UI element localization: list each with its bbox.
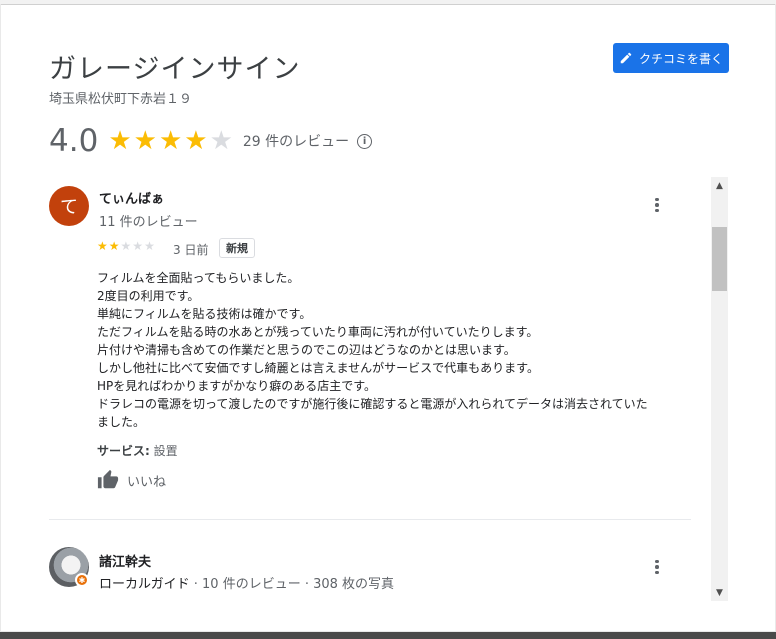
- like-label: いいね: [127, 474, 167, 490]
- star-empty-icon: ★: [144, 239, 155, 253]
- pencil-icon: [620, 52, 632, 64]
- review-stars: ★ ★ ★ ★ ★: [97, 240, 155, 252]
- rating-value: 4.0: [49, 123, 99, 159]
- review-text-line: フィルムを全面貼ってもらいました。: [97, 271, 300, 285]
- more-options-icon[interactable]: [647, 557, 667, 577]
- star-icon: ★: [108, 239, 120, 253]
- place-title: ガレージインサイン: [49, 54, 301, 85]
- service-label: サービス:: [97, 444, 150, 458]
- star-empty-icon: ★: [120, 239, 132, 253]
- review-text-line: 単純にフィルムを貼る技術は確かです。: [97, 307, 312, 321]
- new-badge: 新規: [219, 238, 255, 258]
- review-text-line: ました。: [97, 415, 146, 429]
- service-value: 設置: [153, 444, 178, 458]
- reviewer-stats: · 10 件のレビュー · 308 枚の写真: [189, 577, 395, 592]
- review-date: 3 日前: [173, 243, 209, 257]
- local-guide-label: ローカルガイド: [99, 577, 190, 592]
- scrollbar[interactable]: ▲ ▼: [711, 177, 728, 601]
- review-text-line: 片付けや清掃も含めての作業だと思うのでこの辺はどうなのかとは思います。: [97, 343, 516, 357]
- rating-summary: 4.0 ★ ★ ★ ★ ★ 29 件のレビュー i: [49, 123, 373, 159]
- avatar[interactable]: て: [49, 186, 89, 226]
- review-text-line: HPを見ればわかりますがかなり癖のある店主です。: [97, 379, 377, 393]
- write-review-button[interactable]: クチコミを書く: [613, 43, 729, 73]
- star-empty-icon: ★: [209, 126, 233, 156]
- reviews-list[interactable]: て てぃんばぁ 11 件のレビュー ★ ★ ★ ★ ★ 3 日前 新規 フィルム…: [49, 179, 709, 597]
- review-text-line: しかし他社に比べて安価ですし綺麗とは言えませんがサービスで代車もあります。: [97, 361, 539, 375]
- divider: [49, 519, 691, 520]
- review-text: フィルムを全面貼ってもらいました。 2度目の利用です。 単純にフィルムを貼る技術…: [97, 269, 687, 431]
- reviewer-meta: ローカルガイド · 10 件のレビュー · 308 枚の写真: [99, 573, 394, 592]
- service-info: サービス: 設置: [97, 442, 178, 459]
- reviewer-name[interactable]: 諸江幹夫: [99, 551, 151, 570]
- scroll-up-icon[interactable]: ▲: [711, 177, 728, 194]
- review-item: ✱ 諸江幹夫 ローカルガイド · 10 件のレビュー · 308 枚の写真: [49, 545, 709, 597]
- scroll-down-icon[interactable]: ▼: [711, 584, 728, 601]
- scroll-thumb[interactable]: [712, 227, 727, 291]
- write-review-label: クチコミを書く: [638, 51, 723, 66]
- star-icon: ★: [184, 126, 208, 156]
- place-address: 埼玉県松伏町下赤岩１９: [49, 92, 193, 107]
- review-text-line: ドラレコの電源を切って渡したのですが施行後に確認すると電源が入れられてデータは消…: [97, 397, 648, 411]
- star-icon: ★: [97, 239, 108, 253]
- reviewer-name[interactable]: てぃんばぁ: [99, 188, 164, 207]
- review-text-line: ただフィルムを貼る時の水あとが残っていたり車両に汚れが付いていたりします。: [97, 325, 539, 339]
- star-icon: ★: [108, 126, 132, 156]
- reviewer-meta: 11 件のレビュー: [99, 215, 198, 230]
- rating-stars: ★ ★ ★ ★ ★: [108, 128, 233, 154]
- review-count: 29 件のレビュー: [242, 134, 350, 150]
- thumb-up-icon: [97, 469, 119, 489]
- star-empty-icon: ★: [132, 239, 144, 253]
- like-button[interactable]: いいね: [97, 469, 166, 491]
- window-bottom-edge: [0, 632, 776, 639]
- local-guide-badge-icon: ✱: [75, 573, 89, 587]
- review-text-line: 2度目の利用です。: [97, 289, 200, 303]
- more-options-icon[interactable]: [647, 195, 667, 215]
- star-icon: ★: [133, 126, 157, 156]
- star-icon: ★: [158, 126, 183, 156]
- reviews-dialog: ガレージインサイン 埼玉県松伏町下赤岩１９ クチコミを書く 4.0 ★ ★ ★ …: [1, 4, 775, 631]
- info-icon[interactable]: i: [357, 133, 373, 149]
